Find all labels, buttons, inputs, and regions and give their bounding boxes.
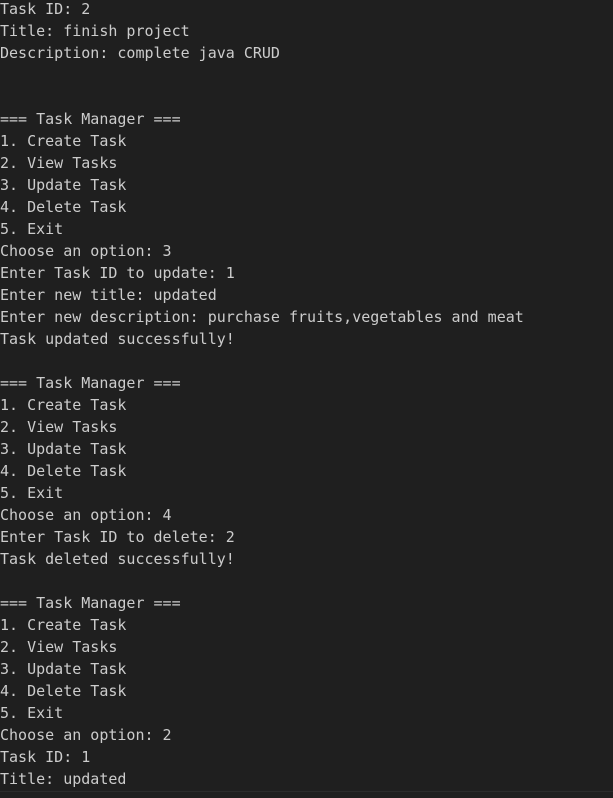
- terminal-line: Choose an option: 3: [0, 242, 172, 260]
- terminal-line: 3. Update Task: [0, 440, 127, 458]
- terminal-line: 3. Update Task: [0, 660, 127, 678]
- terminal-output: Task ID: 2 Title: finish project Descrip…: [0, 0, 524, 790]
- terminal-line: 4. Delete Task: [0, 682, 127, 700]
- terminal-line: 5. Exit: [0, 704, 64, 722]
- terminal-line: 1. Create Task: [0, 616, 127, 634]
- terminal-line: Choose an option: 2: [0, 726, 172, 744]
- terminal-line: === Task Manager ===: [0, 110, 181, 128]
- terminal-line: 1. Create Task: [0, 396, 127, 414]
- terminal-line: Description: complete java CRUD: [0, 44, 280, 62]
- terminal-line: Task ID: 2: [0, 0, 91, 18]
- terminal-line: Title: finish project: [0, 22, 190, 40]
- terminal-line: 4. Delete Task: [0, 462, 127, 480]
- terminal-line: 3. Update Task: [0, 176, 127, 194]
- terminal-line: 2. View Tasks: [0, 638, 118, 656]
- terminal-line: Enter new description: purchase fruits,v…: [0, 308, 524, 326]
- terminal-line: === Task Manager ===: [0, 594, 181, 612]
- terminal-bottom-edge: [0, 791, 613, 798]
- terminal-line: Task deleted successfully!: [0, 550, 235, 568]
- terminal-line: 5. Exit: [0, 220, 64, 238]
- terminal-line: 1. Create Task: [0, 132, 127, 150]
- terminal-line: 5. Exit: [0, 484, 64, 502]
- terminal-line: Enter Task ID to update: 1: [0, 264, 235, 282]
- terminal-line: Task ID: 1: [0, 748, 91, 766]
- terminal-line: Enter new title: updated: [0, 286, 217, 304]
- terminal-line: Task updated successfully!: [0, 330, 235, 348]
- terminal-line: 4. Delete Task: [0, 198, 127, 216]
- terminal-line: Enter Task ID to delete: 2: [0, 528, 235, 546]
- terminal-line: 2. View Tasks: [0, 418, 118, 436]
- terminal-panel[interactable]: Task ID: 2 Title: finish project Descrip…: [0, 0, 613, 798]
- terminal-line: Choose an option: 4: [0, 506, 172, 524]
- terminal-line: === Task Manager ===: [0, 374, 181, 392]
- terminal-line: 2. View Tasks: [0, 154, 118, 172]
- terminal-line: Title: updated: [0, 770, 127, 788]
